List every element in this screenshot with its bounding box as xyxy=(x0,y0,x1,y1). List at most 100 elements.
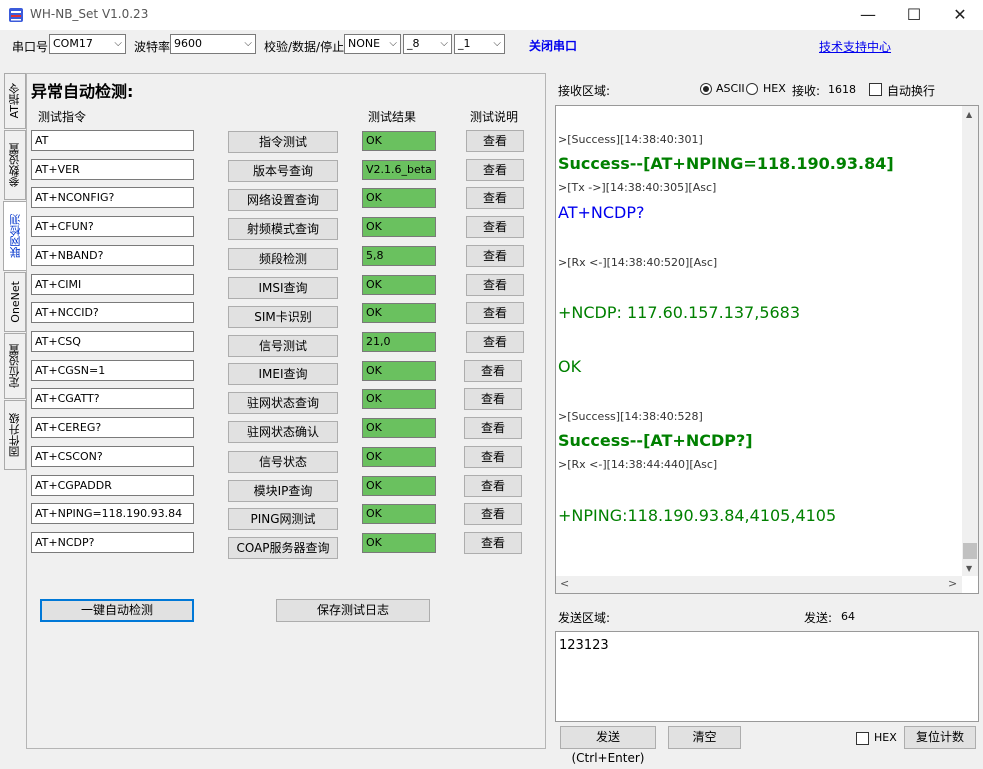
test-button[interactable]: 驻网状态查询 xyxy=(228,392,338,414)
receive-count: 1618 xyxy=(828,83,856,96)
log-line: +NPING:118.190.93.84,4105,4105 xyxy=(558,506,837,525)
result-field: OK xyxy=(362,303,436,323)
parity-label: 校验/数据/停止 xyxy=(264,40,345,54)
receive-label: 接收区域: xyxy=(558,84,611,98)
log-line: >[Rx <-][14:38:44:440][Asc] xyxy=(558,458,718,471)
scroll-right-icon[interactable]: > xyxy=(948,577,957,590)
scroll-down-icon[interactable]: ▼ xyxy=(966,564,972,573)
test-button[interactable]: IMEI查询 xyxy=(228,363,338,385)
test-button[interactable]: SIM卡识别 xyxy=(228,306,338,328)
command-input[interactable]: AT xyxy=(31,130,194,151)
view-button[interactable]: 查看 xyxy=(466,216,524,238)
view-button[interactable]: 查看 xyxy=(466,187,524,209)
view-button[interactable]: 查看 xyxy=(466,302,524,324)
baud-value: 9600 xyxy=(174,37,202,50)
command-input[interactable]: AT+CEREG? xyxy=(31,417,194,438)
receive-count-label: 接收: xyxy=(792,84,821,98)
minimize-button[interactable]: — xyxy=(845,0,891,30)
support-link[interactable]: 技术支持中心 xyxy=(819,38,891,55)
receive-vertical-scrollbar[interactable]: ▲ ▼ xyxy=(962,106,978,576)
test-button[interactable]: 射频模式查询 xyxy=(228,218,338,240)
close-port-button[interactable]: 关闭串口 xyxy=(529,37,577,54)
chevron-down-icon: ⌵ xyxy=(440,38,448,49)
auto-detect-button[interactable]: 一键自动检测 xyxy=(40,599,194,622)
result-field: OK xyxy=(362,217,436,237)
test-button[interactable]: 网络设置查询 xyxy=(228,189,338,211)
receive-horizontal-scrollbar[interactable]: < > xyxy=(556,576,962,593)
view-button[interactable]: 查看 xyxy=(464,446,522,468)
tab-label: OneNet xyxy=(8,281,22,323)
command-input[interactable]: AT+NPING=118.190.93.84 xyxy=(31,503,194,524)
view-button[interactable]: 查看 xyxy=(466,159,524,181)
scrollbar-thumb[interactable] xyxy=(963,543,977,559)
test-button[interactable]: 信号测试 xyxy=(228,335,338,357)
command-input[interactable]: AT+CGPADDR xyxy=(31,475,194,496)
app-logo-icon xyxy=(9,8,23,22)
view-button[interactable]: 查看 xyxy=(466,130,524,152)
view-button[interactable]: 查看 xyxy=(466,331,524,353)
hex-radio[interactable] xyxy=(746,83,758,95)
ascii-radio[interactable] xyxy=(700,83,712,95)
command-input[interactable]: AT+NBAND? xyxy=(31,245,194,266)
view-button[interactable]: 查看 xyxy=(464,417,522,439)
test-button[interactable]: 频段检测 xyxy=(228,248,338,270)
result-field: V2.1.6_beta xyxy=(362,160,436,180)
baud-select[interactable]: 9600 ⌵ xyxy=(170,34,256,54)
save-log-button[interactable]: 保存测试日志 xyxy=(276,599,430,622)
data-bits-select[interactable]: _8 ⌵ xyxy=(403,34,452,54)
test-button[interactable]: PING网测试 xyxy=(228,508,338,530)
auto-wrap-label: 自动换行 xyxy=(887,84,936,98)
command-input[interactable]: AT+CFUN? xyxy=(31,216,194,237)
tab-firmware[interactable]: 固件升级 xyxy=(4,400,26,470)
command-input[interactable]: AT+VER xyxy=(31,159,194,180)
tab-network-check[interactable]: 联网检测 xyxy=(3,201,27,271)
tab-params[interactable]: 参数设置 xyxy=(4,130,26,200)
port-select[interactable]: COM17 ⌵ xyxy=(49,34,126,54)
result-field: OK xyxy=(362,131,436,151)
result-field: OK xyxy=(362,476,436,496)
test-button[interactable]: COAP服务器查询 xyxy=(228,537,338,559)
parity-select[interactable]: NONE ⌵ xyxy=(344,34,401,54)
command-input[interactable]: AT+CSQ xyxy=(31,331,194,352)
send-button[interactable]: 发送(Ctrl+Enter) xyxy=(560,726,656,765)
window-title: WH-NB_Set V1.0.23 xyxy=(30,7,149,21)
view-button[interactable]: 查看 xyxy=(466,274,524,296)
auto-wrap-checkbox[interactable] xyxy=(869,83,882,96)
reset-count-button[interactable]: 复位计数 xyxy=(904,726,976,749)
close-window-button[interactable]: ✕ xyxy=(937,0,983,30)
test-button[interactable]: 指令测试 xyxy=(228,131,338,153)
view-button[interactable]: 查看 xyxy=(466,245,524,267)
view-button[interactable]: 查看 xyxy=(464,360,522,382)
view-button[interactable]: 查看 xyxy=(464,388,522,410)
send-hex-checkbox[interactable] xyxy=(856,732,869,745)
test-button[interactable]: 版本号查询 xyxy=(228,160,338,182)
tab-onenet[interactable]: OneNet xyxy=(4,272,26,332)
view-button[interactable]: 查看 xyxy=(464,475,522,497)
hex-label: HEX xyxy=(763,82,786,95)
send-count-label: 发送: xyxy=(804,611,833,625)
test-button[interactable]: 信号状态 xyxy=(228,451,338,473)
command-input[interactable]: AT+NCDP? xyxy=(31,532,194,553)
command-input[interactable]: AT+NCONFIG? xyxy=(31,187,194,208)
view-button[interactable]: 查看 xyxy=(464,503,522,525)
command-input[interactable]: AT+CIMI xyxy=(31,274,194,295)
test-button[interactable]: 模块IP查询 xyxy=(228,480,338,502)
maximize-button[interactable]: ☐ xyxy=(891,0,937,30)
column-header-result: 测试结果 xyxy=(368,110,417,124)
send-textarea[interactable]: 123123 xyxy=(555,631,979,722)
scroll-up-icon[interactable]: ▲ xyxy=(966,110,972,119)
test-button[interactable]: IMSI查询 xyxy=(228,277,338,299)
tab-at-commands[interactable]: AT指令 xyxy=(4,73,26,129)
clear-button[interactable]: 清空 xyxy=(668,726,741,749)
view-button[interactable]: 查看 xyxy=(464,532,522,554)
stop-bits-select[interactable]: _1 ⌵ xyxy=(454,34,505,54)
tab-location[interactable]: 定位设置 xyxy=(4,333,26,399)
test-button[interactable]: 驻网状态确认 xyxy=(228,421,338,443)
log-line: >[Rx <-][14:38:40:520][Asc] xyxy=(558,256,718,269)
command-input[interactable]: AT+CGSN=1 xyxy=(31,360,194,381)
tab-label: AT指令 xyxy=(8,83,21,119)
command-input[interactable]: AT+CSCON? xyxy=(31,446,194,467)
command-input[interactable]: AT+NCCID? xyxy=(31,302,194,323)
scroll-left-icon[interactable]: < xyxy=(560,577,569,590)
command-input[interactable]: AT+CGATT? xyxy=(31,388,194,409)
